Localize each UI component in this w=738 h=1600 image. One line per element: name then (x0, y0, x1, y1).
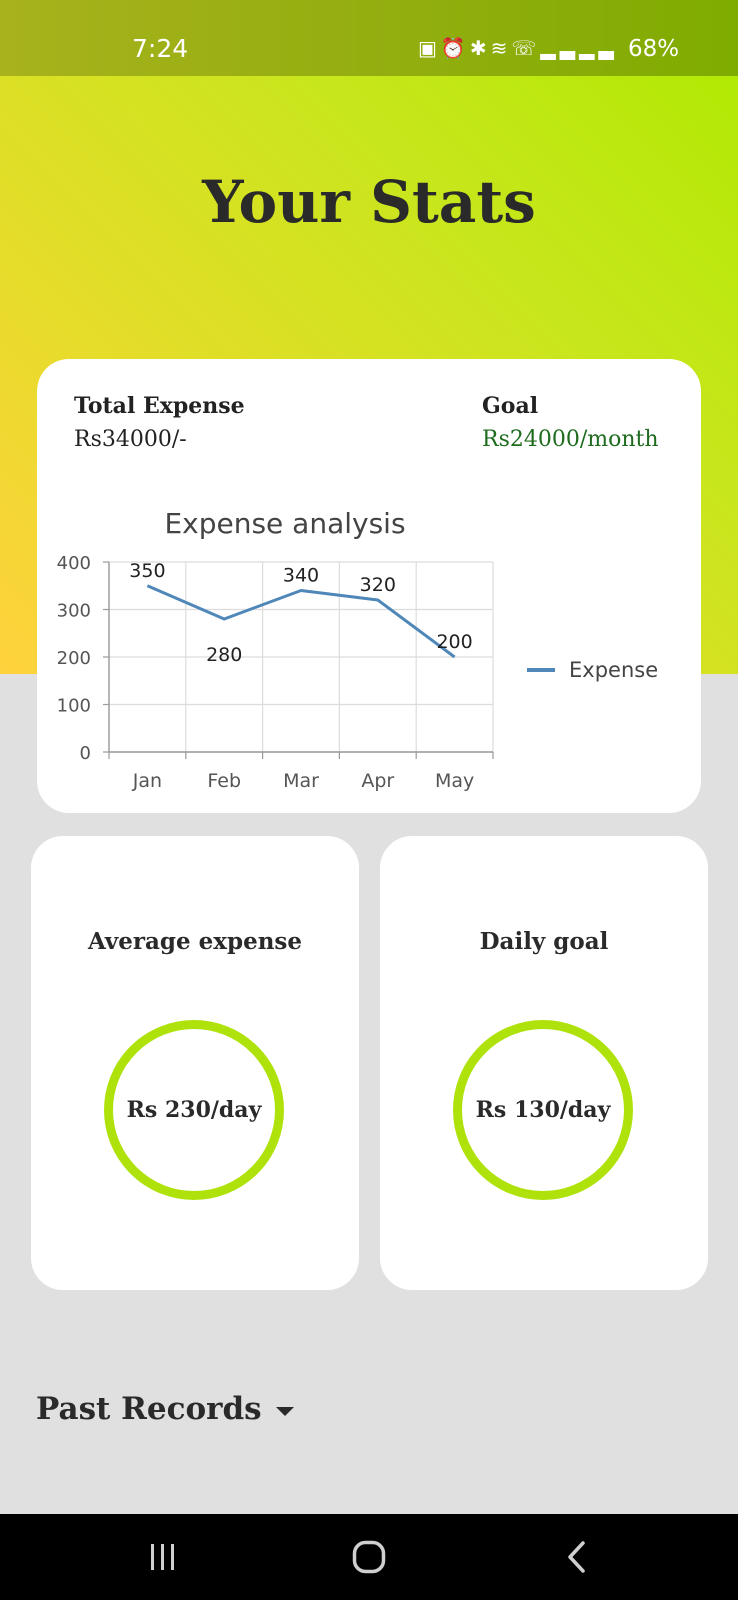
y-tick-label: 300 (57, 601, 91, 622)
past-records-label: Past Records (36, 1391, 262, 1427)
back-icon (568, 1541, 585, 1573)
x-tick-label: Jan (132, 770, 162, 792)
x-tick-label: Feb (207, 770, 241, 792)
signal-icon: ▂▃ (540, 36, 580, 60)
past-records-dropdown[interactable]: Past Records (36, 1386, 294, 1432)
back-button[interactable] (522, 1514, 632, 1600)
average-expense-ring: Rs 230/day (104, 1020, 284, 1200)
bluetooth-icon: ✱ (469, 36, 491, 60)
y-tick-label: 400 (57, 553, 91, 574)
x-tick-label: May (435, 770, 474, 792)
recent-apps-button[interactable] (108, 1514, 218, 1600)
recent-apps-icon (151, 1544, 174, 1570)
average-expense-title: Average expense (87, 928, 303, 955)
wifi-icon: ≋ (490, 36, 512, 60)
daily-goal-title: Daily goal (479, 928, 609, 955)
signal-icon: ▂▃ (579, 36, 618, 60)
data-label: 320 (360, 574, 396, 596)
navigation-bar (0, 1514, 738, 1600)
status-icons: ▣⏰✱≋☏▂▃▂▃ (418, 36, 618, 60)
page-title: Your Stats (202, 168, 536, 236)
data-label: 280 (206, 644, 242, 666)
y-tick-label: 200 (57, 648, 91, 669)
home-button[interactable] (314, 1514, 424, 1600)
daily-goal-card: Daily goal Rs 130/day (380, 836, 708, 1290)
stats-card: Total Expense Rs34000/- Goal Rs24000/mon… (37, 359, 701, 813)
x-tick-label: Mar (283, 770, 319, 792)
y-tick-label: 0 (80, 743, 91, 764)
battery-percent: 68% (628, 36, 680, 62)
data-label: 350 (129, 560, 165, 582)
status-bar: 7:24 ▣⏰✱≋☏▂▃▂▃ 68% (0, 0, 738, 76)
data-label: 340 (283, 565, 319, 587)
daily-goal-value: Rs 130/day (475, 1097, 611, 1123)
expense-line-chart: 0 100 200 300 400 Jan Feb Mar Apr May 350 280 340 320… (57, 553, 658, 792)
data-label: 200 (436, 631, 472, 653)
series-line-expense (146, 584, 456, 659)
status-time: 7:24 (132, 34, 189, 63)
y-tick-label: 100 (57, 696, 91, 717)
battery-saver-icon: ▣ (418, 36, 441, 60)
daily-goal-ring: Rs 130/day (453, 1020, 633, 1200)
wifi-call-icon: ☏ (511, 36, 541, 60)
home-icon (352, 1540, 386, 1574)
average-expense-card: Average expense Rs 230/day (31, 836, 359, 1290)
alarm-icon: ⏰ (440, 36, 470, 60)
average-expense-value: Rs 230/day (126, 1097, 262, 1123)
legend-label-expense: Expense (569, 658, 658, 682)
x-tick-label: Apr (361, 770, 394, 792)
caret-down-icon (275, 1406, 294, 1416)
